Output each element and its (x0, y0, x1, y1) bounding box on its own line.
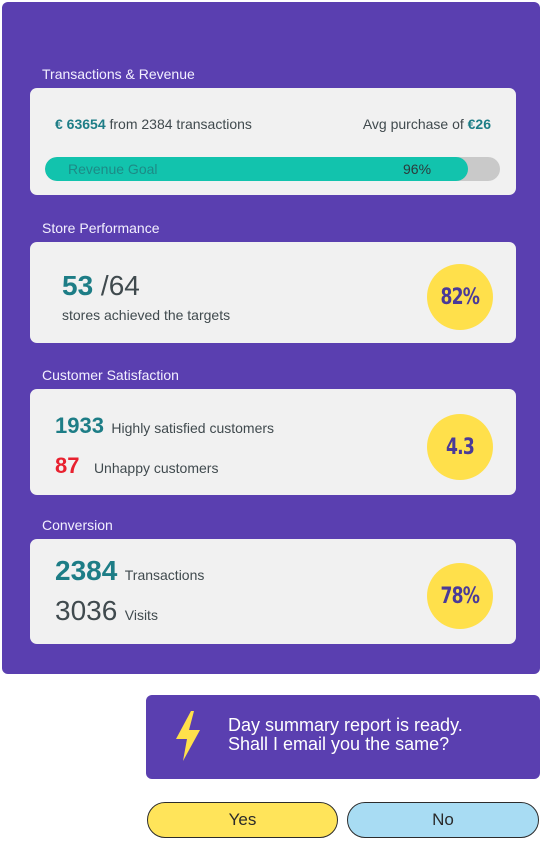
avg-purchase: Avg purchase of €26 (363, 116, 491, 132)
visits-row: 3036 Visits (55, 595, 158, 627)
transactions-label: Transactions (124, 567, 205, 583)
happy-count: 1933 (55, 413, 104, 438)
revenue-value: € 63654 (55, 116, 106, 132)
transactions-card: € 63654 from 2384 transactions Avg purch… (30, 88, 516, 195)
visits-count: 3036 (55, 595, 118, 626)
bot-message-line-1: Day summary report is ready. (228, 715, 463, 735)
conversion-badge: 78% (427, 563, 493, 629)
satisfaction-badge: 4.3 (427, 414, 493, 480)
unhappy-count: 87 (55, 453, 80, 478)
revenue-suffix: from 2384 transactions (105, 116, 252, 132)
revenue-goal-progress: Revenue Goal 96% (45, 157, 500, 181)
yes-button[interactable]: Yes (147, 802, 338, 838)
lightning-bolt-icon (174, 711, 202, 766)
avg-purchase-value: €26 (467, 116, 491, 132)
transactions-row: 2384 Transactions (55, 555, 204, 587)
conversion-card: 2384 Transactions 3036 Visits 78% (30, 539, 516, 644)
section-title-conversion: Conversion (42, 517, 113, 533)
bot-message-line-2: Shall I email you the same? (228, 734, 450, 754)
stores-ratio: 53 /64 (62, 270, 140, 302)
satisfaction-card: 1933 Highly satisfied customers 87 Unhap… (30, 389, 516, 495)
satisfaction-badge-value: 4.3 (445, 434, 475, 460)
revenue-summary: € 63654 from 2384 transactions (55, 116, 252, 132)
section-title-transactions: Transactions & Revenue (42, 66, 195, 82)
revenue-goal-label: Revenue Goal (68, 161, 158, 177)
bot-message-text: Day summary report is ready. Shall I ema… (228, 716, 463, 754)
stores-achieved: 53 (62, 270, 94, 301)
stores-caption: stores achieved the targets (62, 307, 231, 323)
happy-row: 1933 Highly satisfied customers (55, 413, 274, 439)
unhappy-label: Unhappy customers (93, 460, 219, 476)
bot-message: Day summary report is ready. Shall I ema… (146, 695, 540, 779)
transactions-count: 2384 (55, 555, 118, 586)
revenue-goal-percent: 96% (403, 161, 432, 177)
visits-label: Visits (124, 607, 158, 623)
unhappy-row: 87 Unhappy customers (55, 453, 218, 479)
store-badge-value: 82% (440, 284, 481, 310)
no-button[interactable]: No (347, 802, 539, 838)
section-title-store: Store Performance (42, 220, 160, 236)
stores-total: /64 (93, 270, 140, 301)
conversion-badge-value: 78% (440, 583, 481, 609)
avg-purchase-label: Avg purchase of (362, 116, 468, 132)
happy-label: Highly satisfied customers (111, 420, 275, 436)
store-badge: 82% (427, 264, 493, 330)
summary-panel: Transactions & Revenue € 63654 from 2384… (2, 2, 540, 674)
store-card: 53 /64 stores achieved the targets 82% (30, 242, 516, 343)
section-title-satisfaction: Customer Satisfaction (42, 367, 179, 383)
